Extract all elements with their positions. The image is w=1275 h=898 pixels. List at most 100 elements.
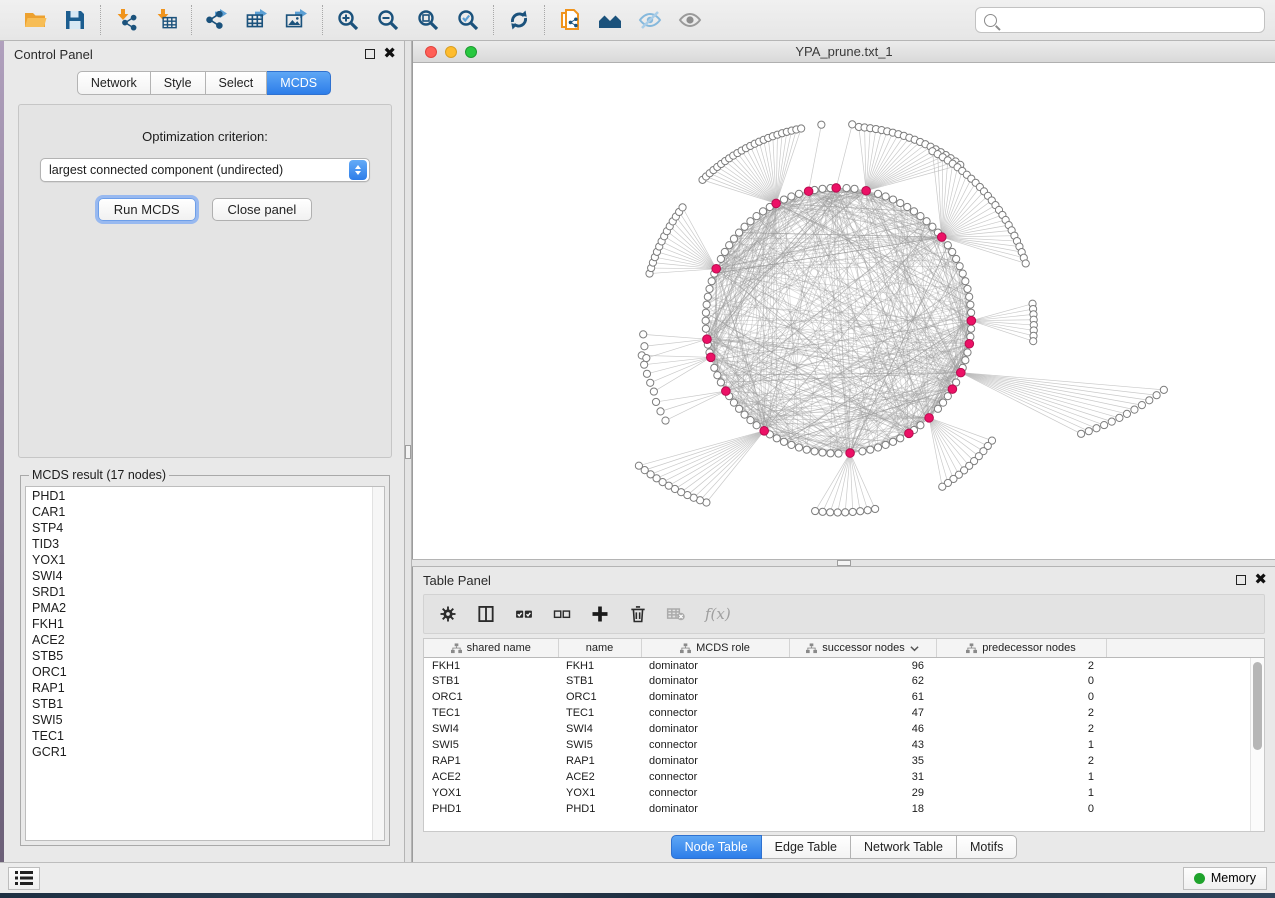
search-box[interactable] bbox=[975, 7, 1265, 33]
cell-predecessor-nodes[interactable]: 2 bbox=[936, 721, 1106, 737]
zoom-out-button[interactable] bbox=[373, 5, 403, 35]
table-row[interactable]: RAP1RAP1dominator352 bbox=[424, 753, 1264, 769]
cell-successor-nodes[interactable]: 43 bbox=[789, 737, 936, 753]
mcds-list-scrollbar[interactable] bbox=[372, 487, 384, 840]
mcds-result-item[interactable]: SWI5 bbox=[32, 712, 378, 728]
cell-shared-name[interactable]: STB1 bbox=[424, 673, 558, 689]
import-network-button[interactable] bbox=[111, 5, 141, 35]
zoom-in-button[interactable] bbox=[333, 5, 363, 35]
cell-successor-nodes[interactable]: 96 bbox=[789, 657, 936, 673]
cell-predecessor-nodes[interactable]: 2 bbox=[936, 705, 1106, 721]
cell-MCDS-role[interactable]: dominator bbox=[641, 657, 789, 673]
memory-button[interactable]: Memory bbox=[1183, 867, 1267, 890]
mcds-result-item[interactable]: TID3 bbox=[32, 536, 378, 552]
run-mcds-button[interactable]: Run MCDS bbox=[98, 198, 196, 221]
mcds-result-item[interactable]: ACE2 bbox=[32, 632, 378, 648]
cell-MCDS-role[interactable]: dominator bbox=[641, 673, 789, 689]
delete-column-button[interactable] bbox=[628, 604, 648, 624]
zoom-selected-button[interactable] bbox=[453, 5, 483, 35]
mcds-result-item[interactable]: FKH1 bbox=[32, 616, 378, 632]
table-row[interactable]: ORC1ORC1dominator610 bbox=[424, 689, 1264, 705]
cell-successor-nodes[interactable]: 18 bbox=[789, 801, 936, 817]
import-table-button[interactable] bbox=[151, 5, 181, 35]
apply-layout-button[interactable] bbox=[504, 5, 534, 35]
mcds-result-item[interactable]: ORC1 bbox=[32, 664, 378, 680]
table-tab-motifs[interactable]: Motifs bbox=[957, 835, 1017, 859]
export-network-button[interactable] bbox=[202, 5, 232, 35]
zoom-fit-button[interactable] bbox=[413, 5, 443, 35]
cell-name[interactable]: STB1 bbox=[558, 673, 641, 689]
table-row[interactable]: SWI5SWI5connector431 bbox=[424, 737, 1264, 753]
cell-name[interactable]: PHD1 bbox=[558, 801, 641, 817]
column-header-MCDS-role[interactable]: MCDS role bbox=[641, 639, 789, 657]
cell-name[interactable]: FKH1 bbox=[558, 657, 641, 673]
table-tab-node-table[interactable]: Node Table bbox=[671, 835, 762, 859]
cell-successor-nodes[interactable]: 35 bbox=[789, 753, 936, 769]
column-header-successor-nodes[interactable]: successor nodes bbox=[789, 639, 936, 657]
cell-MCDS-role[interactable]: connector bbox=[641, 769, 789, 785]
cell-MCDS-role[interactable]: connector bbox=[641, 737, 789, 753]
mcds-result-item[interactable]: CAR1 bbox=[32, 504, 378, 520]
table-row[interactable]: SWI4SWI4dominator462 bbox=[424, 721, 1264, 737]
float-panel-icon[interactable] bbox=[365, 49, 375, 59]
table-tab-edge-table[interactable]: Edge Table bbox=[762, 835, 851, 859]
cell-MCDS-role[interactable]: connector bbox=[641, 785, 789, 801]
close-panel-button[interactable]: Close panel bbox=[212, 198, 313, 221]
table-row[interactable]: YOX1YOX1connector291 bbox=[424, 785, 1264, 801]
cell-shared-name[interactable]: ORC1 bbox=[424, 689, 558, 705]
cell-shared-name[interactable]: ACE2 bbox=[424, 769, 558, 785]
cell-name[interactable]: ACE2 bbox=[558, 769, 641, 785]
cell-shared-name[interactable]: SWI5 bbox=[424, 737, 558, 753]
cell-predecessor-nodes[interactable]: 0 bbox=[936, 673, 1106, 689]
cell-predecessor-nodes[interactable]: 2 bbox=[936, 753, 1106, 769]
cell-predecessor-nodes[interactable]: 1 bbox=[936, 785, 1106, 801]
cell-MCDS-role[interactable]: dominator bbox=[641, 753, 789, 769]
deselect-all-button[interactable] bbox=[552, 604, 572, 624]
table-row[interactable]: TEC1TEC1connector472 bbox=[424, 705, 1264, 721]
cell-name[interactable]: YOX1 bbox=[558, 785, 641, 801]
column-header-predecessor-nodes[interactable]: predecessor nodes bbox=[936, 639, 1106, 657]
mcds-result-item[interactable]: STB5 bbox=[32, 648, 378, 664]
close-table-panel-icon[interactable]: ✖ bbox=[1254, 575, 1267, 585]
cell-MCDS-role[interactable]: dominator bbox=[641, 689, 789, 705]
cell-predecessor-nodes[interactable]: 2 bbox=[936, 657, 1106, 673]
vertical-splitter[interactable] bbox=[404, 41, 412, 862]
cell-predecessor-nodes[interactable]: 1 bbox=[936, 737, 1106, 753]
cell-shared-name[interactable]: SWI4 bbox=[424, 721, 558, 737]
mcds-result-item[interactable]: GCR1 bbox=[32, 744, 378, 760]
cell-MCDS-role[interactable]: connector bbox=[641, 705, 789, 721]
cell-successor-nodes[interactable]: 62 bbox=[789, 673, 936, 689]
cell-name[interactable]: ORC1 bbox=[558, 689, 641, 705]
cell-MCDS-role[interactable]: dominator bbox=[641, 721, 789, 737]
cell-predecessor-nodes[interactable]: 0 bbox=[936, 689, 1106, 705]
network-canvas[interactable] bbox=[413, 63, 1275, 559]
table-row[interactable]: ACE2ACE2connector311 bbox=[424, 769, 1264, 785]
mcds-result-item[interactable]: RAP1 bbox=[32, 680, 378, 696]
mcds-result-item[interactable]: YOX1 bbox=[32, 552, 378, 568]
close-panel-icon[interactable]: ✖ bbox=[383, 49, 396, 59]
cell-shared-name[interactable]: FKH1 bbox=[424, 657, 558, 673]
show-columns-button[interactable] bbox=[476, 604, 496, 624]
mcds-result-item[interactable]: PHD1 bbox=[32, 488, 378, 504]
open-file-button[interactable] bbox=[20, 5, 50, 35]
mcds-result-item[interactable]: STB1 bbox=[32, 696, 378, 712]
table-options-button[interactable] bbox=[438, 604, 458, 624]
task-history-button[interactable] bbox=[8, 867, 40, 890]
table-row[interactable]: PHD1PHD1dominator180 bbox=[424, 801, 1264, 817]
export-table-button[interactable] bbox=[242, 5, 272, 35]
network-graph[interactable] bbox=[413, 63, 1275, 559]
cell-name[interactable]: SWI4 bbox=[558, 721, 641, 737]
cell-successor-nodes[interactable]: 47 bbox=[789, 705, 936, 721]
mcds-result-item[interactable]: STP4 bbox=[32, 520, 378, 536]
mcds-result-item[interactable]: SWI4 bbox=[32, 568, 378, 584]
cell-predecessor-nodes[interactable]: 0 bbox=[936, 801, 1106, 817]
cell-successor-nodes[interactable]: 29 bbox=[789, 785, 936, 801]
cell-successor-nodes[interactable]: 31 bbox=[789, 769, 936, 785]
cell-MCDS-role[interactable]: dominator bbox=[641, 801, 789, 817]
save-session-button[interactable] bbox=[60, 5, 90, 35]
cell-shared-name[interactable]: YOX1 bbox=[424, 785, 558, 801]
cell-name[interactable]: RAP1 bbox=[558, 753, 641, 769]
export-image-button[interactable] bbox=[282, 5, 312, 35]
table-row[interactable]: STB1STB1dominator620 bbox=[424, 673, 1264, 689]
cell-shared-name[interactable]: PHD1 bbox=[424, 801, 558, 817]
